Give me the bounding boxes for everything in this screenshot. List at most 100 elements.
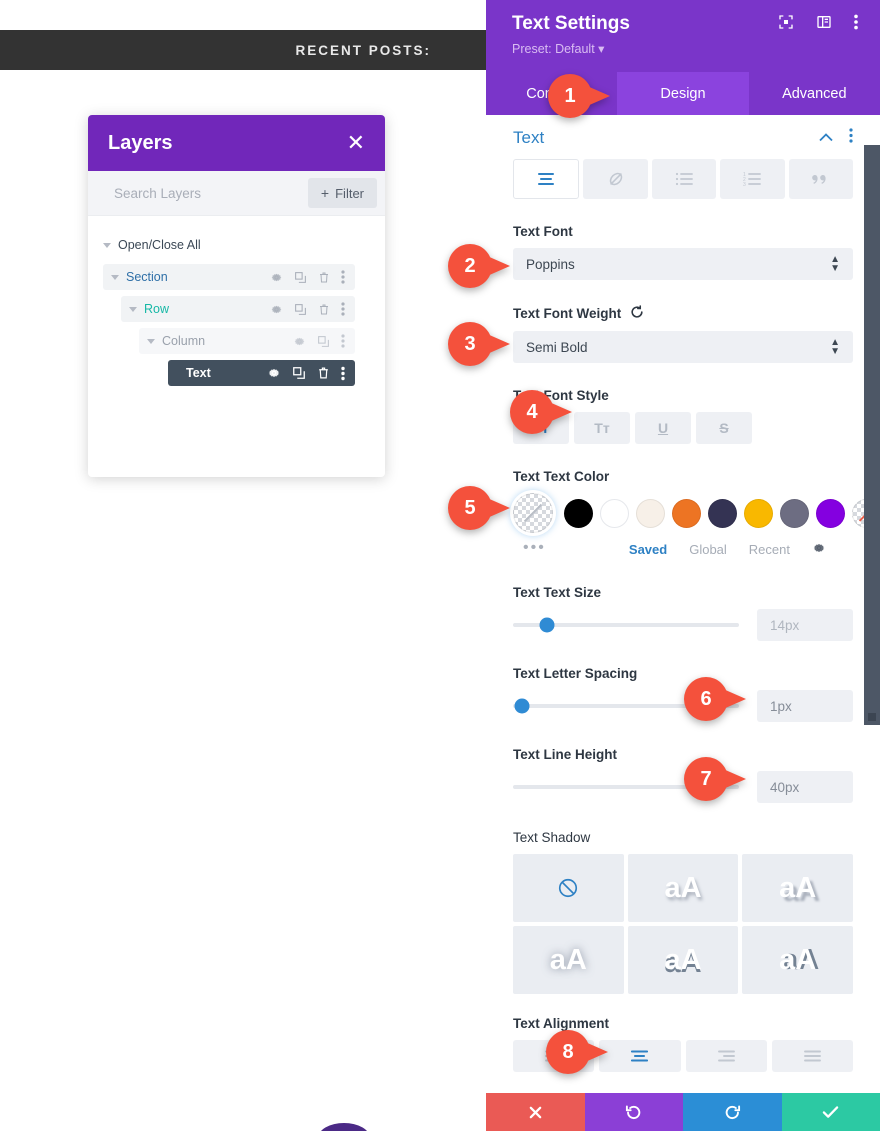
duplicate-icon[interactable]: [294, 271, 307, 284]
redo-button[interactable]: [683, 1093, 782, 1131]
layers-panel-header: Layers ✕: [88, 115, 385, 171]
chevron-down-icon[interactable]: [147, 338, 155, 344]
text-format-toolbar: 123: [513, 159, 854, 199]
strikethrough-button[interactable]: S: [696, 412, 752, 444]
swatch-purple[interactable]: [816, 498, 845, 528]
gear-icon[interactable]: [270, 271, 283, 284]
link-off-icon[interactable]: [583, 159, 648, 199]
layers-panel-title: Layers: [108, 131, 173, 154]
filter-button[interactable]: + Filter: [307, 178, 377, 208]
no-shadow-icon: [559, 878, 578, 898]
gear-icon[interactable]: [293, 335, 306, 348]
preset-selector[interactable]: Preset: Default ▾: [512, 41, 854, 56]
save-button[interactable]: [781, 1093, 880, 1131]
cancel-button[interactable]: [486, 1093, 585, 1131]
chevron-up-icon[interactable]: [819, 129, 833, 147]
duplicate-icon[interactable]: [317, 335, 330, 348]
color-tab-saved[interactable]: Saved: [629, 542, 667, 557]
smallcaps-button[interactable]: Tᴛ: [574, 412, 630, 444]
color-tab-global[interactable]: Global: [689, 542, 727, 557]
text-size-row: 14px: [513, 609, 853, 641]
duplicate-icon[interactable]: [292, 366, 306, 380]
shadow-none-button[interactable]: [513, 854, 624, 922]
trash-icon[interactable]: [317, 366, 330, 380]
align-justify-icon: [803, 1050, 821, 1062]
tab-design[interactable]: Design: [617, 72, 749, 115]
reset-icon[interactable]: [630, 305, 644, 322]
letter-spacing-label: Text Letter Spacing: [513, 666, 853, 681]
search-input[interactable]: Search Layers: [114, 186, 201, 201]
check-icon: [823, 1106, 839, 1118]
blockquote-icon[interactable]: [788, 159, 854, 199]
numbered-list-icon[interactable]: 123: [720, 159, 785, 199]
gear-icon[interactable]: [267, 366, 281, 380]
settings-header: Text Settings Preset: Default ▾: [486, 0, 880, 72]
color-tab-recent[interactable]: Recent: [749, 542, 790, 557]
shadow-soft-right-button[interactable]: aA: [627, 854, 739, 922]
text-font-select[interactable]: Poppins ▲ ▼: [513, 248, 853, 280]
letter-spacing-input[interactable]: 1px: [757, 690, 853, 722]
layer-row-row[interactable]: Row: [121, 296, 355, 322]
swatch-transparent-active[interactable]: [513, 493, 553, 533]
kebab-icon[interactable]: [341, 302, 345, 316]
gear-icon[interactable]: [812, 541, 826, 558]
paragraph-align-icon[interactable]: [513, 159, 580, 199]
gear-icon[interactable]: [270, 303, 283, 316]
align-justify-button[interactable]: [771, 1040, 853, 1072]
callout-4: 4: [510, 390, 576, 434]
kebab-icon[interactable]: [341, 366, 345, 381]
swatch-gray-purple[interactable]: [780, 498, 809, 528]
text-size-slider[interactable]: [513, 617, 739, 633]
label-text: Text Line Height: [513, 747, 618, 762]
kebab-icon[interactable]: [849, 128, 853, 148]
text-font-weight-select[interactable]: Semi Bold ▲ ▼: [513, 331, 853, 363]
swatch-yellow[interactable]: [744, 498, 773, 528]
bullet-list-icon[interactable]: [651, 159, 717, 199]
text-size-input[interactable]: 14px: [757, 609, 853, 641]
layer-row-open-close-all[interactable]: Open/Close All: [88, 232, 385, 258]
callout-1: 1: [548, 74, 614, 118]
layer-row-section[interactable]: Section: [103, 264, 355, 290]
chevron-down-icon[interactable]: [129, 306, 137, 312]
kebab-icon[interactable]: [854, 14, 858, 35]
slider-knob[interactable]: [539, 617, 555, 633]
callout-number: 4: [526, 400, 538, 423]
swatch-black[interactable]: [564, 498, 593, 528]
layer-row-column[interactable]: Column: [139, 328, 355, 354]
trash-icon[interactable]: [318, 271, 330, 284]
panel-scrollbar[interactable]: [864, 145, 880, 725]
chevron-down-icon[interactable]: [103, 242, 111, 248]
underline-button[interactable]: U: [635, 412, 691, 444]
settings-tabs: Content Design Advanced: [486, 72, 880, 115]
underline-glyph: U: [657, 420, 669, 436]
swatch-cream[interactable]: [636, 498, 665, 528]
shadow-bottom-button[interactable]: aA: [627, 926, 739, 994]
settings-scroll-area: Text 123 Text Font Poppins ▲ ▼ Text Font…: [486, 115, 880, 1093]
focus-target-icon[interactable]: [778, 14, 794, 35]
shadow-hard-right-button[interactable]: aA: [742, 854, 853, 922]
layers-panel: Layers ✕ Search Layers + Filter Open/Clo…: [88, 115, 385, 477]
slider-knob[interactable]: [514, 698, 530, 714]
trash-icon[interactable]: [318, 303, 330, 316]
layer-row-actions: [270, 302, 355, 316]
swatch-navy[interactable]: [708, 498, 737, 528]
layout-panel-icon[interactable]: [816, 14, 832, 35]
swatch-white[interactable]: [600, 498, 629, 528]
layer-row-actions: [270, 270, 355, 284]
line-height-input[interactable]: 40px: [757, 771, 853, 803]
kebab-icon[interactable]: [341, 270, 345, 284]
chevron-down-icon[interactable]: [111, 274, 119, 280]
swatch-orange[interactable]: [672, 498, 701, 528]
undo-button[interactable]: [584, 1093, 683, 1131]
layer-row-text[interactable]: Text: [168, 360, 355, 386]
duplicate-icon[interactable]: [294, 303, 307, 316]
shadow-side-button[interactable]: aA: [742, 926, 853, 994]
align-right-button[interactable]: [685, 1040, 767, 1072]
tab-advanced[interactable]: Advanced: [749, 72, 880, 115]
settings-action-bar: [486, 1093, 880, 1131]
shadow-glow-button[interactable]: aA: [513, 926, 624, 994]
kebab-icon[interactable]: [341, 334, 345, 348]
label-text: Text Font Weight: [513, 306, 622, 321]
close-icon[interactable]: ✕: [347, 132, 365, 154]
callout-number: 1: [564, 84, 576, 107]
